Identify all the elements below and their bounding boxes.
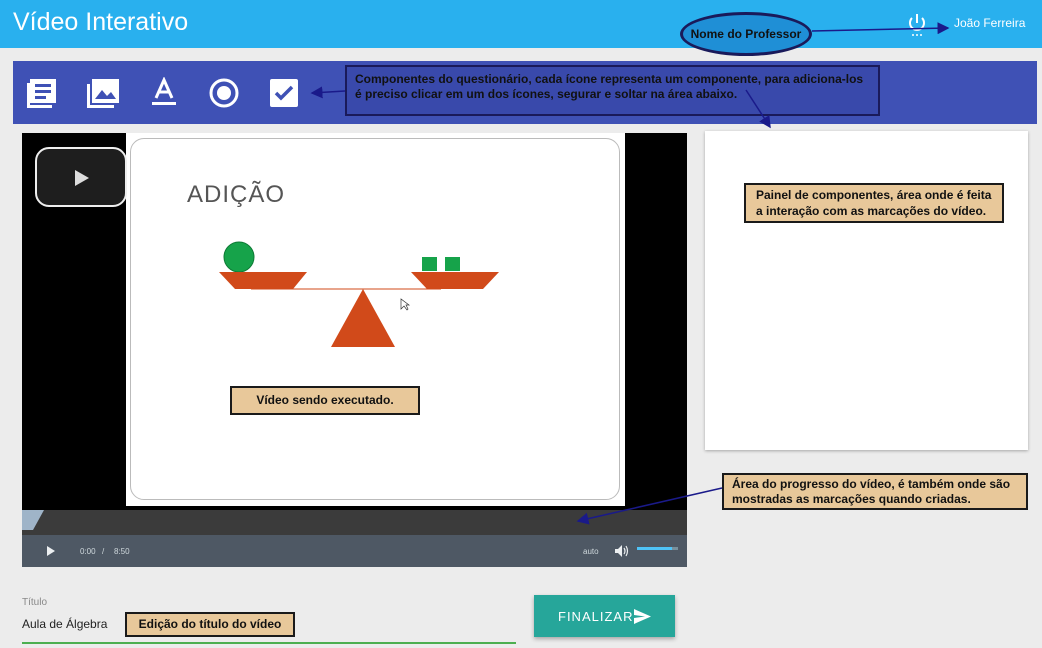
title-field-label: Título	[22, 597, 48, 608]
play-icon[interactable]	[47, 546, 55, 556]
duration: 8:50	[114, 547, 130, 556]
current-time: 0:00	[80, 547, 96, 556]
balance-scale-illustration	[219, 241, 499, 347]
volume-level	[637, 547, 672, 550]
quality-selector[interactable]: auto	[583, 547, 599, 556]
video-progress-bar[interactable]	[22, 510, 687, 535]
text-format-icon[interactable]	[148, 76, 180, 109]
app-title: Vídeo Interativo	[13, 8, 189, 36]
volume-slider[interactable]	[637, 547, 678, 550]
finish-button[interactable]: FINALIZAR	[534, 595, 675, 637]
video-player[interactable]: ADIÇÃO 0:00 / 8:50 auto	[22, 133, 687, 567]
annotation-panel: Painel de componentes, área onde é feita…	[744, 183, 1004, 223]
title-field[interactable]: Aula de Álgebra	[22, 617, 107, 631]
checkbox-icon[interactable]	[268, 77, 300, 109]
annotation-progress: Área do progresso do vídeo, é também ond…	[722, 473, 1028, 510]
annotation-title-edit: Edição do título do vídeo	[125, 612, 295, 637]
annotation-video: Vídeo sendo executado.	[230, 386, 420, 415]
progress-handle[interactable]	[22, 510, 44, 535]
video-controls: 0:00 / 8:50 auto	[22, 535, 687, 567]
title-field-underline	[22, 642, 516, 644]
time-separator: /	[102, 547, 105, 556]
big-play-button[interactable]	[35, 147, 127, 207]
video-frame: ADIÇÃO	[126, 133, 625, 506]
user-name[interactable]: João Ferreira	[954, 16, 1025, 30]
send-icon	[634, 609, 651, 624]
power-icon[interactable]	[906, 12, 928, 43]
play-icon	[75, 170, 89, 186]
radio-button-icon[interactable]	[208, 77, 240, 109]
app-header: Vídeo Interativo João Ferreira	[0, 0, 1042, 48]
image-gallery-icon[interactable]	[86, 77, 119, 109]
finish-button-label: FINALIZAR	[558, 609, 634, 624]
volume-icon[interactable]	[615, 545, 629, 557]
text-list-icon[interactable]	[26, 77, 58, 109]
annotation-professor: Nome do Professor	[680, 12, 812, 56]
component-panel[interactable]	[705, 131, 1028, 450]
slide-border: ADIÇÃO	[130, 138, 620, 500]
annotation-components: Componentes do questionário, cada ícone …	[345, 65, 880, 116]
